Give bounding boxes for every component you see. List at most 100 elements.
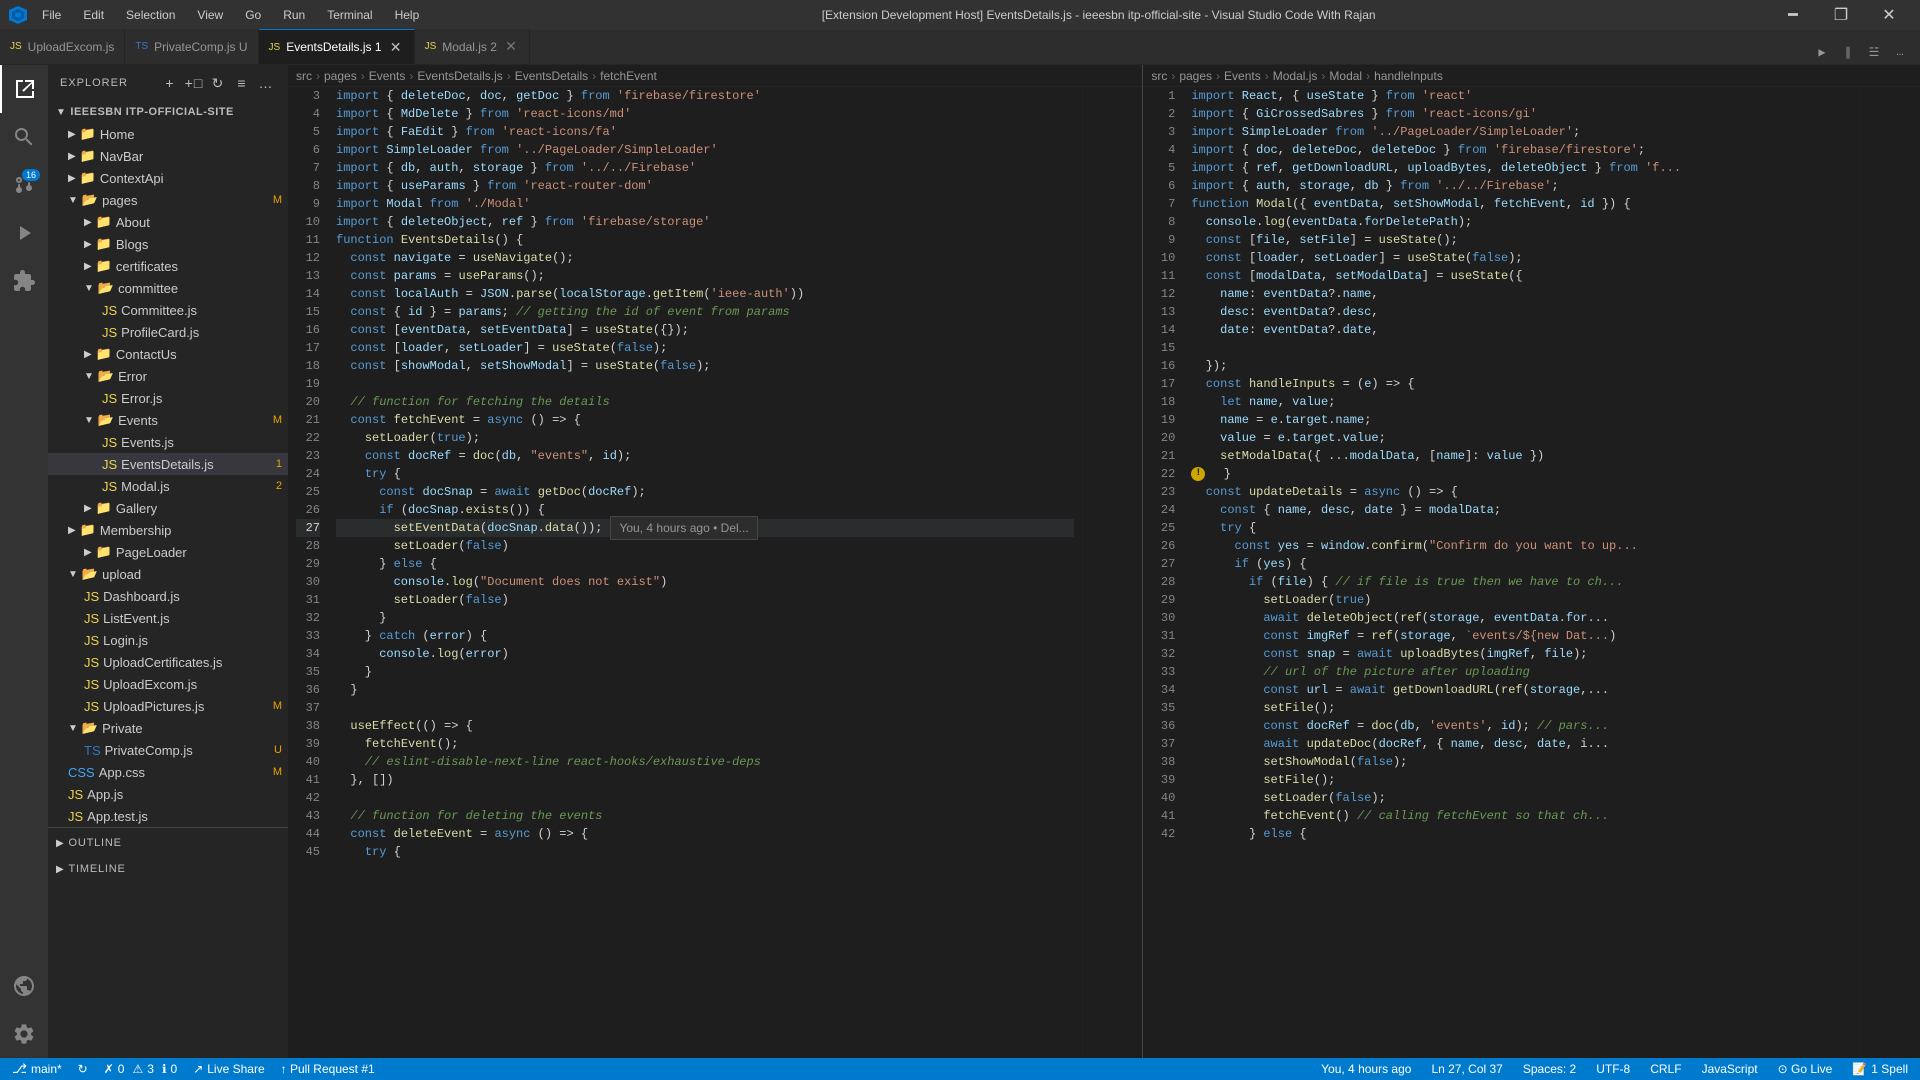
sync-button[interactable]: ↻ (74, 1058, 92, 1080)
cursor-position[interactable]: Ln 27, Col 37 (1427, 1058, 1506, 1080)
bc-right-modal[interactable]: Modal (1329, 69, 1362, 83)
sidebar-item-events-js[interactable]: JS Events.js (48, 431, 288, 453)
sidebar-item-committee[interactable]: ▼ 📂 committee (48, 277, 288, 299)
sidebar-item-login-js[interactable]: JS Login.js (48, 629, 288, 651)
sidebar-item-upload[interactable]: ▼ 📂 upload (48, 563, 288, 585)
new-file-icon[interactable]: + (160, 73, 180, 93)
menu-edit[interactable]: Edit (75, 0, 112, 30)
extensions-icon[interactable] (0, 257, 48, 305)
tree-root[interactable]: ▼ IEEESBN ITP-OFFICIAL-SITE (48, 101, 288, 123)
spell-check[interactable]: 📝 1 Spell (1848, 1058, 1912, 1080)
search-icon[interactable] (0, 113, 48, 161)
branch-indicator[interactable]: ⎇ main* (8, 1058, 66, 1080)
menu-terminal[interactable]: Terminal (319, 0, 380, 30)
pull-request-button[interactable]: ↑ Pull Request #1 (277, 1058, 379, 1080)
tab-modal-close[interactable]: ✕ (503, 39, 519, 55)
sidebar-item-uploadcerts-js[interactable]: JS UploadCertificates.js (48, 651, 288, 673)
sidebar-item-apptest-js[interactable]: JS App.test.js (48, 805, 288, 827)
sidebar-item-events[interactable]: ▼ 📂 Events M (48, 409, 288, 431)
item-label: Private (102, 721, 142, 736)
sidebar-item-contactus[interactable]: ▶ 📁 ContactUs (48, 343, 288, 365)
sidebar-item-error-js[interactable]: JS Error.js (48, 387, 288, 409)
sidebar-item-eventsdetails-js[interactable]: JS EventsDetails.js 1 (48, 453, 288, 475)
refresh-icon[interactable]: ↻ (208, 73, 228, 93)
sidebar-item-privatecomp-ts[interactable]: TS PrivateComp.js U (48, 739, 288, 761)
sidebar-item-pages[interactable]: ▼ 📂 pages M (48, 189, 288, 211)
sidebar-item-blogs[interactable]: ▶ 📁 Blogs (48, 233, 288, 255)
bc-right-events[interactable]: Events (1224, 69, 1261, 83)
sidebar-item-home[interactable]: ▶ 📁 Home (48, 123, 288, 145)
split-button[interactable]: ∥ (1836, 40, 1860, 64)
source-control-icon[interactable]: 16 (0, 161, 48, 209)
sidebar-item-navbar[interactable]: ▶ 📁 NavBar (48, 145, 288, 167)
tab-eventsdetails-close[interactable]: ✕ (388, 39, 404, 55)
bc-eventsdetails-js[interactable]: EventsDetails.js (417, 69, 502, 83)
menu-selection[interactable]: Selection (118, 0, 183, 30)
more-actions-button[interactable]: … (1888, 40, 1912, 64)
run-debug-icon[interactable] (0, 209, 48, 257)
sidebar-item-app-js[interactable]: JS App.js (48, 783, 288, 805)
sidebar-item-committee-js[interactable]: JS Committee.js (48, 299, 288, 321)
explorer-icon[interactable] (0, 65, 48, 113)
menu-run[interactable]: Run (275, 0, 313, 30)
outline-header[interactable]: ▶ OUTLINE (48, 832, 288, 854)
sidebar-item-dashboard-js[interactable]: JS Dashboard.js (48, 585, 288, 607)
sidebar-item-modal-js[interactable]: JS Modal.js 2 (48, 475, 288, 497)
encoding-button[interactable]: UTF-8 (1592, 1058, 1634, 1080)
sidebar-item-listevent-js[interactable]: JS ListEvent.js (48, 607, 288, 629)
settings-icon[interactable] (0, 1010, 48, 1058)
close-button[interactable]: ✕ (1866, 0, 1912, 30)
menu-file[interactable]: File (34, 0, 69, 30)
bc-right-handleinputs[interactable]: handleInputs (1374, 69, 1443, 83)
more-icon[interactable]: … (256, 73, 276, 93)
status-right: You, 4 hours ago Ln 27, Col 37 Spaces: 2… (1317, 1058, 1912, 1080)
sidebar-item-error[interactable]: ▼ 📂 Error (48, 365, 288, 387)
sidebar-item-app-css[interactable]: CSS App.css M (48, 761, 288, 783)
new-folder-icon[interactable]: +□ (184, 73, 204, 93)
bc-eventsdetails[interactable]: EventsDetails (515, 69, 588, 83)
maximize-button[interactable]: ❐ (1818, 0, 1864, 30)
sidebar-item-about[interactable]: ▶ 📁 About (48, 211, 288, 233)
bc-events[interactable]: Events (369, 69, 406, 83)
sidebar-item-private[interactable]: ▼ 📂 Private (48, 717, 288, 739)
bc-right-modal-js[interactable]: Modal.js (1273, 69, 1318, 83)
item-label: ListEvent.js (103, 611, 169, 626)
tab-eventsdetails[interactable]: JS EventsDetails.js 1 ✕ (259, 29, 415, 64)
menu-go[interactable]: Go (237, 0, 269, 30)
code-editor-right[interactable]: 123 456 789 101112 131415 161718 192021 … (1143, 87, 1920, 1058)
tab-modal[interactable]: JS Modal.js 2 ✕ (415, 29, 530, 64)
bc-src[interactable]: src (296, 69, 312, 83)
sidebar-item-uploadexcom-js[interactable]: JS UploadExcom.js (48, 673, 288, 695)
outline-label: OUTLINE (69, 837, 122, 849)
remote-explorer-icon[interactable] (0, 962, 48, 1010)
sidebar-item-uploadpictures-js[interactable]: JS UploadPictures.js M (48, 695, 288, 717)
bc-fetchevent[interactable]: fetchEvent (600, 69, 657, 83)
code-editor-left[interactable]: 345 678 91011 121314 151617 181920 21222… (288, 87, 1142, 1058)
line-ending-button[interactable]: CRLF (1646, 1058, 1685, 1080)
run-button[interactable]: ▶ (1810, 40, 1834, 64)
collapse-icon[interactable]: ≡ (232, 73, 252, 93)
language-mode-button[interactable]: JavaScript (1698, 1058, 1762, 1080)
sidebar-item-contextapi[interactable]: ▶ 📁 ContextApi (48, 167, 288, 189)
bc-pages[interactable]: pages (324, 69, 357, 83)
indentation[interactable]: Spaces: 2 (1519, 1058, 1580, 1080)
menu-help[interactable]: Help (387, 0, 428, 30)
bc-right-src[interactable]: src (1151, 69, 1167, 83)
bc-right-pages[interactable]: pages (1179, 69, 1212, 83)
sidebar-item-certificates[interactable]: ▶ 📁 certificates (48, 255, 288, 277)
error-count[interactable]: ✗ 0 ⚠ 3 ℹ 0 (100, 1058, 181, 1080)
timeline-header[interactable]: ▶ TIMELINE (48, 858, 288, 880)
live-share-button[interactable]: ↗ Live Share (189, 1058, 268, 1080)
minimize-button[interactable]: ━ (1770, 0, 1816, 30)
layout-button[interactable]: ☱ (1862, 40, 1886, 64)
tab-private[interactable]: TS PrivateComp.js U (125, 29, 258, 64)
go-live-button[interactable]: ⊙ Go Live (1774, 1058, 1837, 1080)
tab-upload[interactable]: JS UploadExcom.js (0, 29, 125, 64)
sidebar-item-gallery[interactable]: ▶ 📁 Gallery (48, 497, 288, 519)
sidebar-item-profilecard[interactable]: JS ProfileCard.js (48, 321, 288, 343)
sidebar-item-membership[interactable]: ▶ 📁 Membership (48, 519, 288, 541)
bc-sep-4: › (507, 69, 511, 83)
sidebar-item-pageloader[interactable]: ▶ 📁 PageLoader (48, 541, 288, 563)
menu-view[interactable]: View (189, 0, 231, 30)
pull-request-label: ↑ Pull Request #1 (281, 1062, 375, 1076)
